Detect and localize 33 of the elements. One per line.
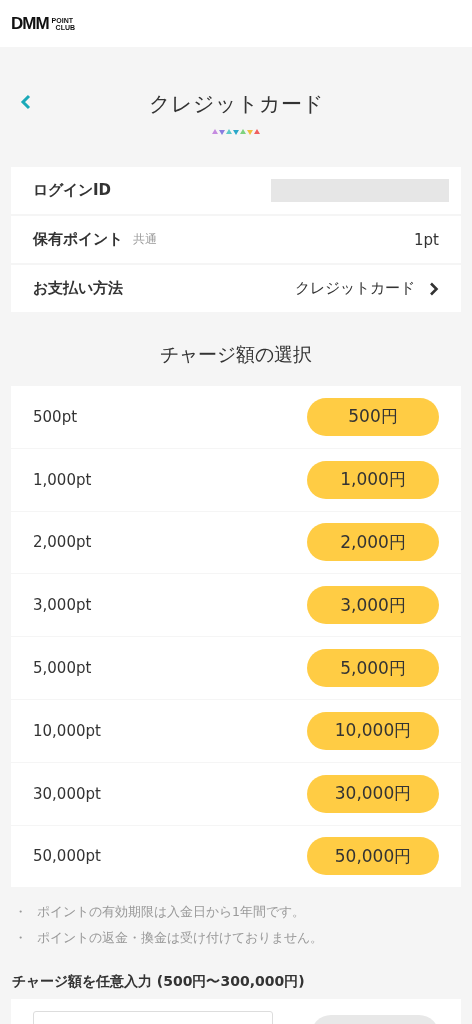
price-button[interactable]: 30,000円 (307, 774, 439, 813)
points-label: 10,000pt (33, 721, 101, 740)
section-title: チャージ額の選択 (159, 342, 313, 367)
points-label: 2,000pt (33, 533, 92, 552)
price-button[interactable]: 500円 (307, 397, 439, 436)
points-label: 1,000pt (33, 470, 92, 489)
note-text: ポイントの有効期限は入金日から1年間です。 (37, 903, 305, 921)
price-button[interactable]: 1,000円 (307, 460, 439, 499)
chevron-left-icon (20, 94, 32, 110)
info-note: 共通 (133, 231, 157, 248)
info-value: 1pt (414, 230, 439, 249)
points-label: 3,000pt (33, 596, 92, 615)
price-button[interactable]: 2,000円 (307, 523, 439, 562)
bullet: ・ (14, 903, 27, 921)
bullet: ・ (14, 929, 27, 947)
page-title: クレジットカード (148, 91, 324, 118)
price-button[interactable]: 10,000円 (307, 711, 439, 750)
price-button[interactable]: 3,000円 (307, 586, 439, 625)
price-button[interactable]: 50,000円 (307, 837, 439, 876)
points-label: 5,000pt (33, 659, 92, 678)
price-button[interactable]: 5,000円 (307, 649, 439, 688)
payment-method-row[interactable]: お支払い方法 クレジットカード (11, 265, 461, 312)
info-value: クレジットカード (295, 279, 415, 298)
custom-amount-title: チャージ額を任意入力 (500円〜300,000円) (12, 973, 306, 992)
info-label: 保有ポイント (33, 230, 123, 249)
info-label: ログインID (33, 181, 112, 200)
note-text: ポイントの返金・換金は受け付けておりません。 (37, 929, 323, 947)
points-label: 500pt (33, 407, 78, 426)
points-label: 30,000pt (33, 784, 101, 803)
triangle-decoration-icon (212, 128, 260, 136)
chevron-right-icon (429, 281, 439, 296)
points-label: 50,000pt (33, 847, 101, 866)
info-label: お支払い方法 (33, 279, 123, 298)
